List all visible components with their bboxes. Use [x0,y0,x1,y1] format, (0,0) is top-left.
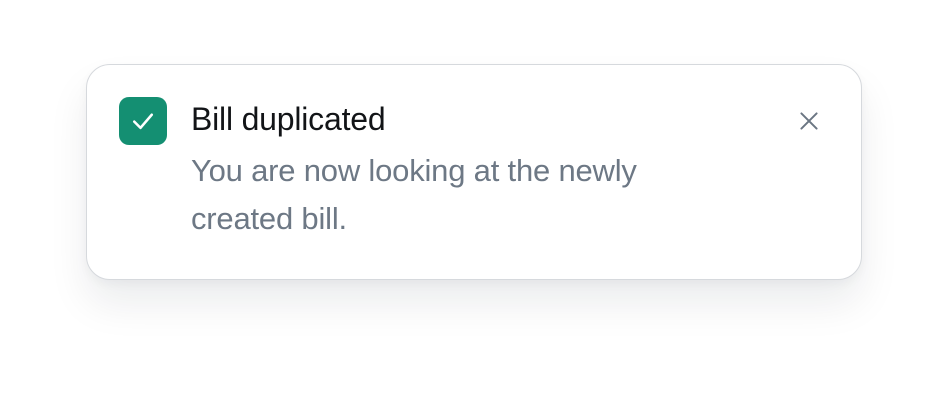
success-toast: Bill duplicated You are now looking at t… [86,64,862,280]
success-check-icon [119,97,167,145]
close-button[interactable] [789,101,829,141]
toast-message: You are now looking at the newly created… [191,153,637,236]
close-icon [800,112,818,130]
toast-title: Bill duplicated [191,101,386,137]
toast-content: Bill duplicated You are now looking at t… [191,99,711,243]
check-icon [133,113,153,130]
